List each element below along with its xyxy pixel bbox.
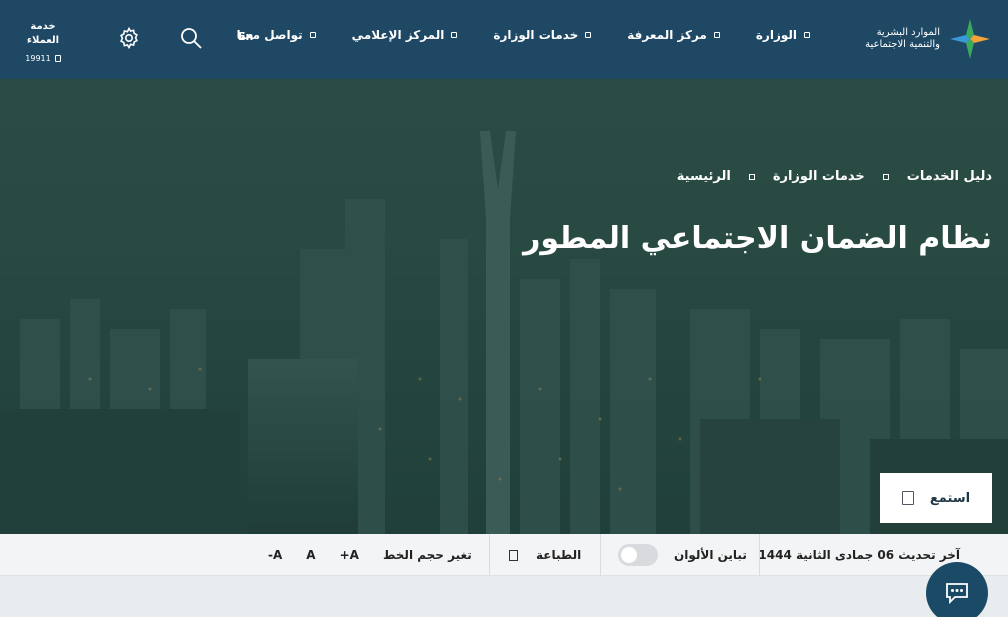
logo-text: الموارد البشرية والتنمية الاجتماعية <box>865 27 940 51</box>
breadcrumb: الرئيسية خدمات الوزارة دليل الخدمات <box>677 169 992 184</box>
nav-item-contact-us[interactable]: تواصل معنا <box>236 28 316 42</box>
font-size-label: تغير حجم الخط <box>382 548 472 562</box>
toolbar-divider <box>600 534 601 576</box>
chevron-down-icon <box>451 32 458 38</box>
top-header: خدمة العملاء 19911 En الوزارة مركز المعر… <box>0 0 1008 79</box>
nav-item-label: المركز الإعلامي <box>351 28 445 42</box>
phone-number: 19911 <box>25 54 51 63</box>
search-icon[interactable] <box>178 25 204 51</box>
nav-item-label: خدمات الوزارة <box>493 28 579 42</box>
breadcrumb-ministry-services[interactable]: خدمات الوزارة <box>773 169 865 184</box>
breadcrumb-separator-icon <box>882 173 889 180</box>
chat-bubble-icon <box>946 583 968 605</box>
print-icon[interactable] <box>509 549 518 561</box>
chevron-down-icon <box>309 32 316 38</box>
page-title: نظام الضمان الاجتماعي المطور <box>523 221 992 256</box>
breadcrumb-home[interactable]: الرئيسية <box>677 169 731 184</box>
font-reset-button[interactable]: A <box>306 548 315 562</box>
chevron-down-icon <box>713 32 720 38</box>
logo-mark-icon <box>950 19 990 59</box>
print[interactable]: الطباعة <box>509 534 581 576</box>
chat-button[interactable] <box>926 562 988 617</box>
listen-button[interactable]: استمع <box>880 473 992 523</box>
font-increase-button[interactable]: A+ <box>340 548 359 562</box>
accessibility-toolbar: آخر تحديث 06 جمادى الثانية 1444 تباين ال… <box>0 534 1008 576</box>
nav-item-label: تواصل معنا <box>236 28 303 42</box>
contrast-label: تباين الألوان <box>674 548 747 562</box>
nav-item-media-center[interactable]: المركز الإعلامي <box>352 28 458 42</box>
hero-banner: الرئيسية خدمات الوزارة دليل الخدمات نظام… <box>0 79 1008 534</box>
nav-item-label: مركز المعرفة <box>627 28 707 42</box>
breadcrumb-services-guide[interactable]: دليل الخدمات <box>907 169 992 184</box>
toggle-knob <box>621 547 637 563</box>
nav-item-ministry-services[interactable]: خدمات الوزارة <box>493 28 592 42</box>
customer-service-label: خدمة العملاء <box>26 21 60 46</box>
font-size-controls: تغير حجم الخط A+ A A- <box>268 534 472 576</box>
main-nav: الوزارة مركز المعرفة خدمات الوزارة المرك… <box>236 28 810 42</box>
font-decrease-button[interactable]: A- <box>268 548 282 562</box>
toolbar-divider <box>489 534 490 576</box>
speaker-icon <box>901 491 914 505</box>
settings-gear-icon[interactable] <box>116 25 142 51</box>
logo-text-line-2: والتنمية الاجتماعية <box>865 39 940 50</box>
phone-icon <box>54 55 61 62</box>
nav-item-ministry[interactable]: الوزارة <box>756 28 810 42</box>
city-skyline-image <box>0 79 1008 534</box>
customer-service-phone[interactable]: 19911 <box>14 54 72 63</box>
color-contrast: تباين الألوان <box>618 534 747 576</box>
nav-item-knowledge-center[interactable]: مركز المعرفة <box>627 28 720 42</box>
customer-service[interactable]: خدمة العملاء 19911 <box>14 20 72 63</box>
chevron-down-icon <box>585 32 592 38</box>
print-label: الطباعة <box>536 548 582 562</box>
last-update-text: آخر تحديث 06 جمادى الثانية 1444 <box>758 548 960 562</box>
listen-label: استمع <box>929 490 971 506</box>
ministry-logo[interactable]: الموارد البشرية والتنمية الاجتماعية <box>865 15 994 63</box>
breadcrumb-separator-icon <box>748 173 755 180</box>
nav-item-label: الوزارة <box>755 28 797 42</box>
logo-text-line-1: الموارد البشرية <box>876 27 940 38</box>
toolbar-divider <box>759 534 760 576</box>
contrast-toggle[interactable] <box>618 544 658 566</box>
last-update: آخر تحديث 06 جمادى الثانية 1444 <box>758 534 960 576</box>
chevron-down-icon <box>804 32 810 38</box>
